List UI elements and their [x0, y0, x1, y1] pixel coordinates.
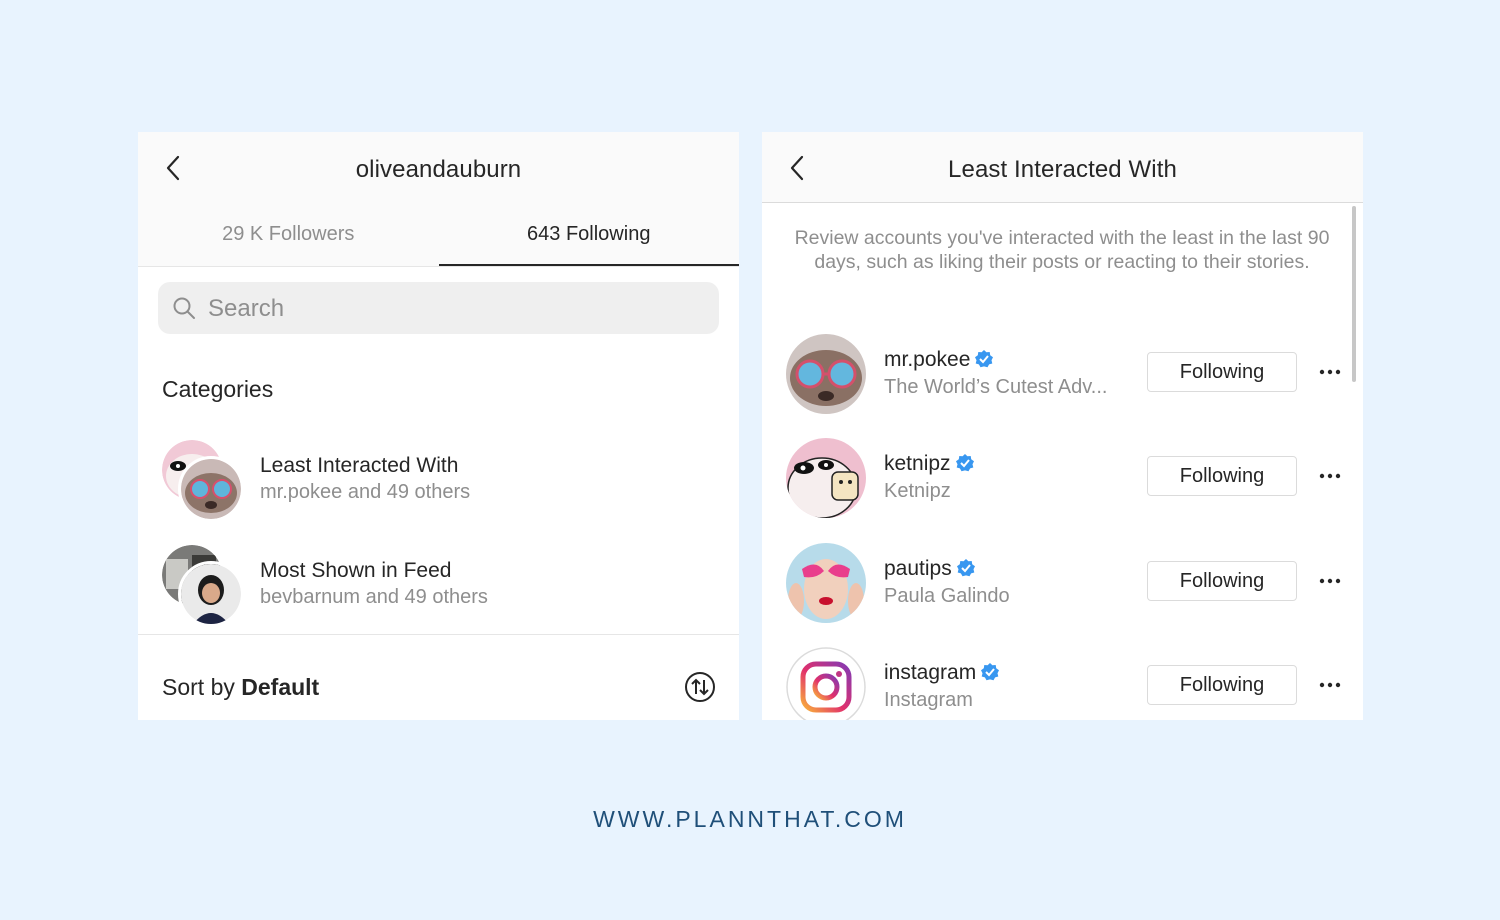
- verified-badge-icon: [981, 663, 1000, 681]
- avatar-stack: [162, 440, 244, 522]
- description: Review accounts you've interacted with t…: [794, 227, 1330, 273]
- account-full-name: Paula Galindo: [884, 585, 1010, 607]
- category-subtitle: bevbarnum and 49 others: [260, 586, 488, 608]
- mr-pokee-avatar: [786, 334, 866, 414]
- more-options-icon[interactable]: [1318, 364, 1342, 380]
- sort-toggle-icon[interactable]: [684, 671, 716, 703]
- least-interacted-panel: Least Interacted With Review accounts yo…: [762, 132, 1363, 720]
- sort-prefix: Sort by: [162, 674, 242, 700]
- mr-pokee-avatar: [178, 456, 244, 522]
- following-button[interactable]: Following: [1147, 665, 1297, 705]
- following-button[interactable]: Following: [1147, 561, 1297, 601]
- website-url: WWW.PLANNTHAT.COM: [593, 806, 907, 832]
- categories-heading: Categories: [162, 376, 274, 402]
- account-full-name: The World’s Cutest Adv...: [884, 376, 1108, 398]
- search-input[interactable]: [206, 282, 690, 336]
- category-least-interacted[interactable]: Least Interacted With mr.pokee and 49 ot…: [138, 432, 739, 522]
- header: Least Interacted With: [762, 132, 1363, 203]
- more-options-icon[interactable]: [1318, 468, 1342, 484]
- tab-following[interactable]: 643 Following: [438, 202, 739, 266]
- tab-bar: 29 K Followers 643 Following: [138, 202, 739, 267]
- account-username: ketnipz: [884, 452, 975, 476]
- account-username: instagram: [884, 661, 1000, 685]
- most-shown-avatar: [178, 561, 244, 627]
- account-row[interactable]: instagram Instagram Following: [762, 647, 1363, 720]
- ketnipz-avatar: [786, 438, 866, 518]
- verified-badge-icon: [956, 559, 975, 577]
- category-most-shown[interactable]: Most Shown in Feed bevbarnum and 49 othe…: [138, 537, 739, 627]
- instagram-logo-avatar: [786, 647, 866, 720]
- profile-title: oliveandauburn: [355, 156, 522, 183]
- more-options-icon[interactable]: [1318, 677, 1342, 693]
- account-username: pautips: [884, 557, 976, 581]
- avatar-stack: [162, 545, 244, 627]
- pautips-avatar: [786, 543, 866, 623]
- account-username: mr.pokee: [884, 348, 994, 372]
- sort-value: Default: [241, 674, 320, 700]
- following-panel: oliveandauburn 29 K Followers 643 Follow…: [138, 132, 739, 720]
- verified-badge-icon: [955, 454, 974, 472]
- category-title: Least Interacted With: [260, 454, 459, 477]
- category-subtitle: mr.pokee and 49 others: [260, 481, 471, 503]
- more-options-icon[interactable]: [1318, 573, 1342, 589]
- account-row[interactable]: pautips Paula Galindo Following: [762, 543, 1363, 633]
- account-full-name: Instagram: [884, 689, 973, 711]
- account-full-name: Ketnipz: [884, 480, 951, 502]
- verified-badge-icon: [975, 350, 994, 368]
- header: oliveandauburn: [138, 132, 739, 202]
- following-button[interactable]: Following: [1147, 456, 1297, 496]
- divider: [138, 634, 739, 635]
- following-button[interactable]: Following: [1147, 352, 1297, 392]
- search-bar[interactable]: [158, 282, 719, 336]
- page-title: Least Interacted With: [948, 156, 1177, 183]
- search-icon: [173, 297, 195, 319]
- account-row[interactable]: mr.pokee The World’s Cutest Adv... Follo…: [762, 334, 1363, 424]
- category-title: Most Shown in Feed: [260, 559, 452, 582]
- tab-followers[interactable]: 29 K Followers: [138, 202, 439, 266]
- account-row[interactable]: ketnipz Ketnipz Following: [762, 438, 1363, 528]
- sort-label: Sort by Default: [162, 674, 319, 701]
